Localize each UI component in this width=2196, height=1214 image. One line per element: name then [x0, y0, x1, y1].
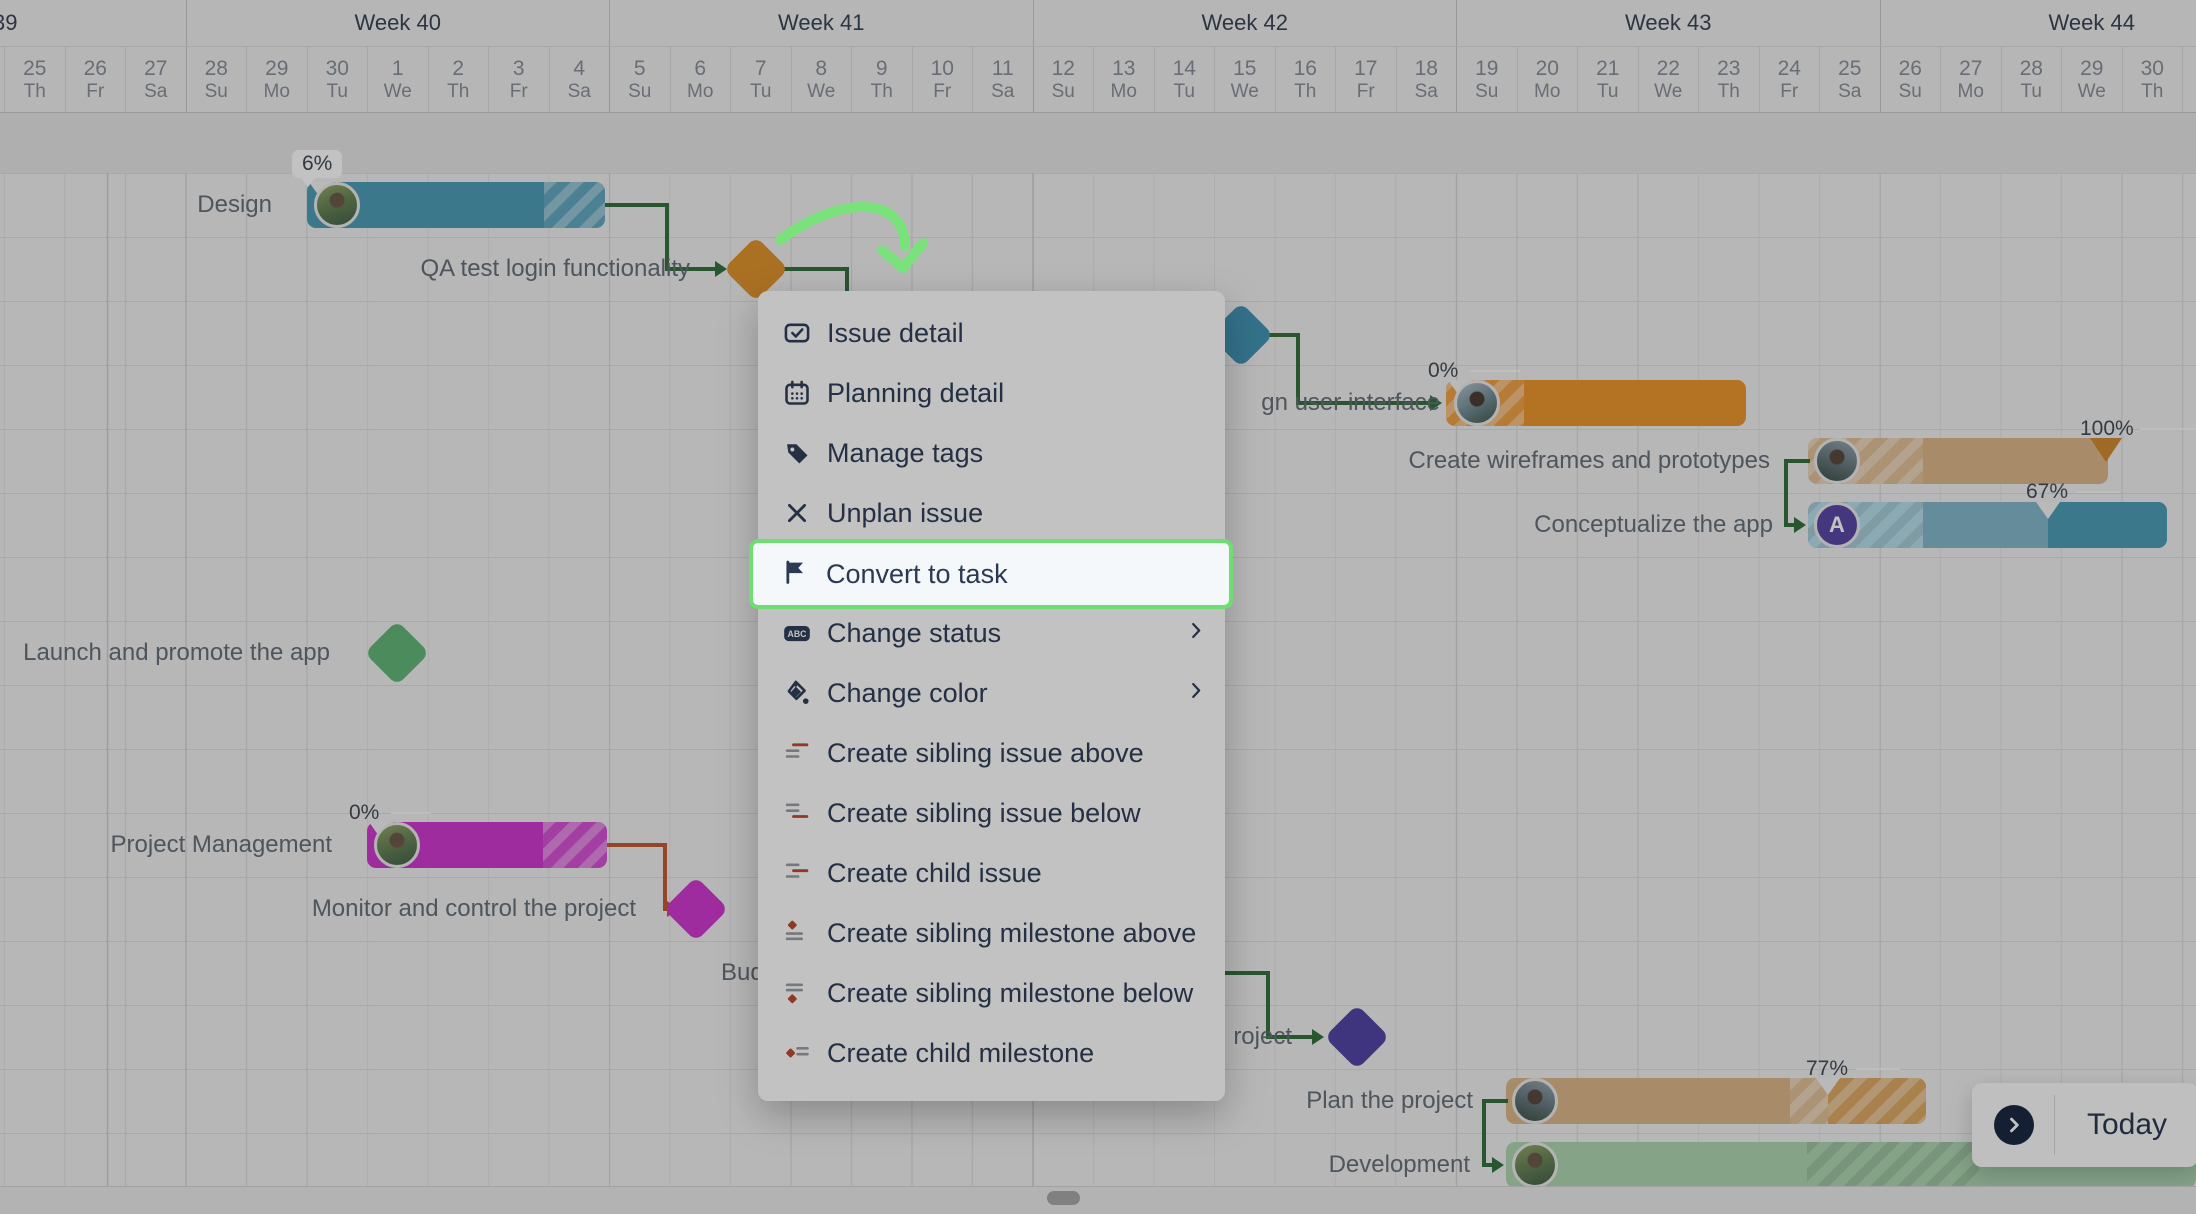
menu-item-convert-to-task-highlighted[interactable]: Convert to task [749, 539, 1233, 609]
menu-item-label: Convert to task [826, 559, 1008, 590]
convert-to-task-icon [782, 558, 810, 591]
gantt-app: Week 39Week 40Week 41Week 42Week 43Week … [0, 0, 2196, 1214]
